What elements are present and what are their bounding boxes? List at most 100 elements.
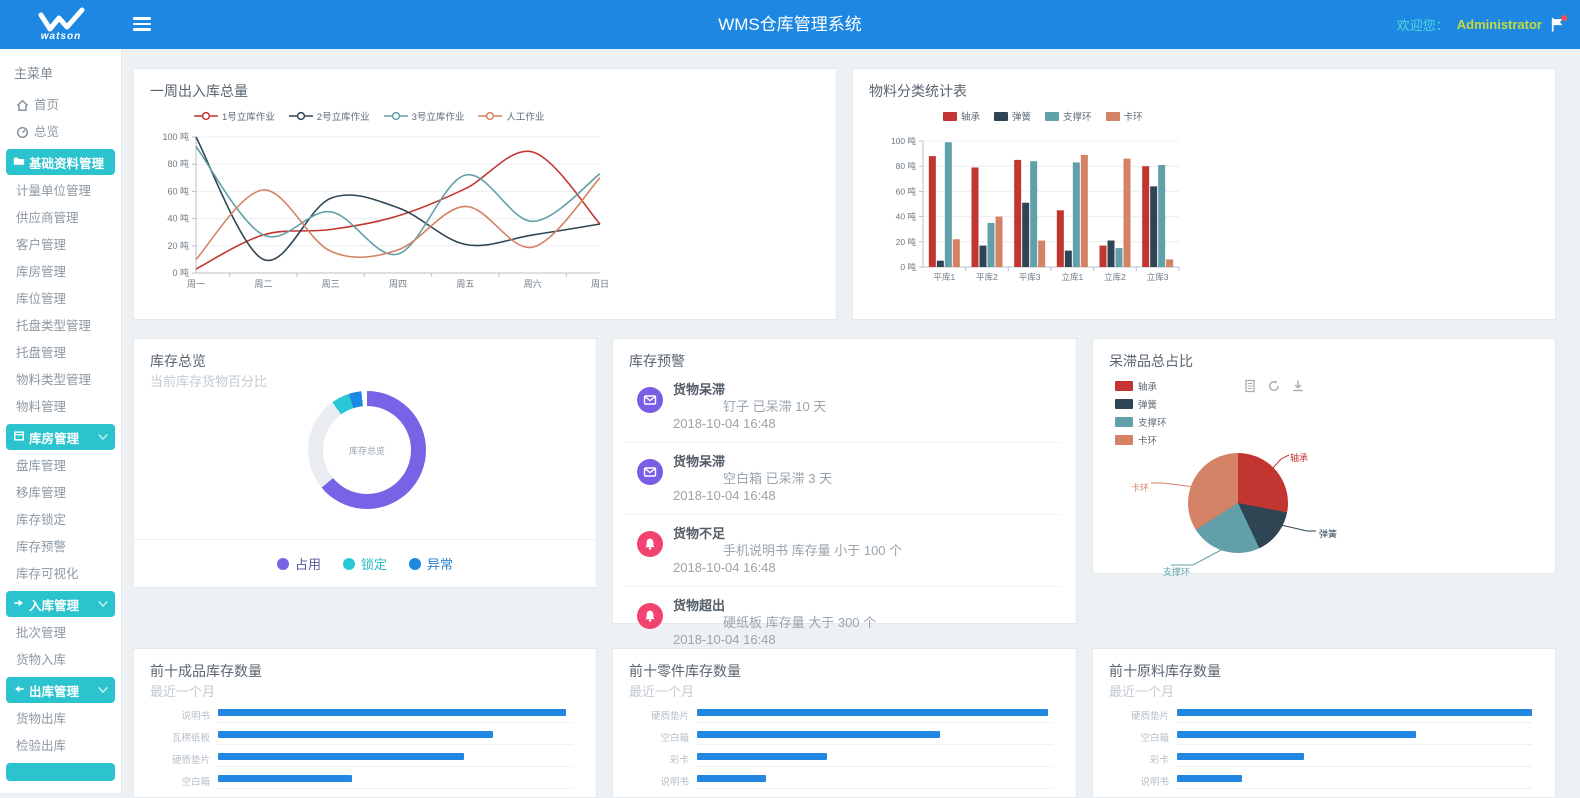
legend-item[interactable]: 轴承 xyxy=(943,109,980,123)
donut-legend-item[interactable]: 占用 xyxy=(277,554,321,573)
sidebar-item-12[interactable]: 库房管理 xyxy=(6,424,115,450)
refresh-icon[interactable] xyxy=(1267,379,1281,393)
sidebar-item-label: 检验出库 xyxy=(16,733,66,760)
hbar[interactable] xyxy=(1177,753,1304,760)
material-bar-chart[interactable]: 0 吨20 吨40 吨60 吨80 吨100 吨平库1平库2平库3立库1立库2立… xyxy=(881,127,1191,295)
sidebar-item-21[interactable]: 出库管理 xyxy=(6,677,115,703)
legend-item[interactable]: 卡环 xyxy=(1106,109,1143,123)
sidebar-nav: 首页总览基础资料管理计量单位管理供应商管理客户管理库房管理库位管理托盘类型管理托… xyxy=(0,92,121,781)
sidebar-item-13[interactable]: 盘库管理 xyxy=(0,453,121,480)
pie-legend-item[interactable]: 轴承 xyxy=(1115,379,1167,393)
mail-icon xyxy=(643,465,657,479)
mail-icon xyxy=(637,459,663,485)
card-top-finished: 前十成品库存数量 最近一个月 说明书 瓦楞纸板 硬质垫片 空白箱 xyxy=(133,648,597,798)
hbar[interactable] xyxy=(697,709,1048,716)
hbar-row: 彩卡 xyxy=(629,749,1066,771)
alert-item[interactable]: 货物不足 手机说明书 库存量 小于 100 个 2018-10-04 16:48 xyxy=(625,515,1060,587)
hbar-gridline xyxy=(218,766,572,767)
sidebar-item-20[interactable]: 货物入库 xyxy=(0,647,121,674)
svg-text:100 吨: 100 吨 xyxy=(891,136,917,146)
mail-icon xyxy=(637,387,663,413)
sidebar-item-18[interactable]: 入库管理 xyxy=(6,591,115,617)
alert-time: 2018-10-04 16:48 xyxy=(673,415,1060,432)
sidebar-item-23[interactable]: 检验出库 xyxy=(0,733,121,760)
svg-text:周二: 周二 xyxy=(254,279,272,289)
sidebar-item-6[interactable]: 库房管理 xyxy=(0,259,121,286)
legend-item[interactable]: 弹簧 xyxy=(994,109,1031,123)
sidebar-item-17[interactable]: 库存可视化 xyxy=(0,561,121,588)
sidebar-item-label: 物料类型管理 xyxy=(16,367,91,394)
top-finished-bar-chart[interactable]: 说明书 瓦楞纸板 硬质垫片 空白箱 xyxy=(150,705,586,793)
sidebar-item-0[interactable]: 首页 xyxy=(0,92,121,119)
sidebar-item-7[interactable]: 库位管理 xyxy=(0,286,121,313)
weekly-line-chart[interactable]: 0 吨20 吨40 吨60 吨80 吨100 吨周一周二周三周四周五周六周日 xyxy=(152,127,612,307)
username[interactable]: Administrator xyxy=(1457,17,1542,32)
top-parts-bar-chart[interactable]: 硬质垫片 空白箱 彩卡 说明书 xyxy=(629,705,1066,793)
hbar[interactable] xyxy=(218,775,352,782)
hbar-row: 空白箱 xyxy=(150,771,586,793)
pie-legend-item[interactable]: 支撑环 xyxy=(1115,415,1167,429)
hbar[interactable] xyxy=(697,731,940,738)
alert-item[interactable]: 货物呆滞 钉子 已呆滞 10 天 2018-10-04 16:48 xyxy=(625,371,1060,443)
svg-text:周日: 周日 xyxy=(591,279,609,289)
sidebar-item-label: 货物入库 xyxy=(16,647,66,674)
sidebar-item-3[interactable]: 计量单位管理 xyxy=(0,178,121,205)
legend-item[interactable]: 人工作业 xyxy=(478,109,544,123)
hbar[interactable] xyxy=(1177,731,1416,738)
sidebar-item-11[interactable]: 物料管理 xyxy=(0,394,121,421)
card-inventory-alerts: 库存预警 货物呆滞 钉子 已呆滞 10 天 2018-10-04 16:48 货… xyxy=(612,338,1077,624)
sidebar-item-24[interactable] xyxy=(6,763,115,781)
stagnant-pie-wrap: 轴承 弹簧 支撑环 卡环 xyxy=(1123,439,1403,575)
sidebar-item-label: 库存锁定 xyxy=(16,507,66,534)
sidebar-item-9[interactable]: 托盘管理 xyxy=(0,340,121,367)
pie-legend-item[interactable]: 弹簧 xyxy=(1115,397,1167,411)
sidebar-item-label: 盘库管理 xyxy=(16,453,66,480)
download-icon[interactable] xyxy=(1291,379,1305,393)
hbar[interactable] xyxy=(697,753,827,760)
weekly-line-legend: 1号立库作业 2号立库作业 3号立库作业人工作业 xyxy=(194,109,544,123)
sidebar-item-14[interactable]: 移库管理 xyxy=(0,480,121,507)
legend-item[interactable]: 1号立库作业 xyxy=(194,109,275,123)
sidebar-item-5[interactable]: 客户管理 xyxy=(0,232,121,259)
alert-title: 货物不足 xyxy=(673,525,1060,542)
svg-text:60 吨: 60 吨 xyxy=(167,185,189,196)
svg-text:60 吨: 60 吨 xyxy=(896,186,917,196)
hbar[interactable] xyxy=(1177,775,1242,782)
card-top-finished-title: 前十成品库存数量 xyxy=(150,661,262,681)
donut-legend-item[interactable]: 锁定 xyxy=(343,554,387,573)
sidebar-item-label: 库房管理 xyxy=(16,259,66,286)
alert-title: 货物呆滞 xyxy=(673,381,1060,398)
hbar[interactable] xyxy=(1177,709,1532,716)
alert-item[interactable]: 货物呆滞 空白箱 已呆滞 3 天 2018-10-04 16:48 xyxy=(625,443,1060,515)
card-weekly-title: 一周出入库总量 xyxy=(150,81,248,101)
legend-item[interactable]: 2号立库作业 xyxy=(289,109,370,123)
sidebar-item-19[interactable]: 批次管理 xyxy=(0,620,121,647)
legend-item[interactable]: 支撑环 xyxy=(1045,109,1092,123)
sidebar-item-15[interactable]: 库存锁定 xyxy=(0,507,121,534)
divider xyxy=(134,539,596,540)
donut-legend-item[interactable]: 异常 xyxy=(409,554,453,573)
sidebar-item-2[interactable]: 基础资料管理 xyxy=(6,149,115,175)
sidebar-item-10[interactable]: 物料类型管理 xyxy=(0,367,121,394)
hbar[interactable] xyxy=(218,731,493,738)
sidebar-item-4[interactable]: 供应商管理 xyxy=(0,205,121,232)
hbar-row: 空白箱 xyxy=(1109,727,1545,749)
legend-item[interactable]: 3号立库作业 xyxy=(384,109,465,123)
notification-flag-icon[interactable] xyxy=(1550,17,1566,33)
top-materials-bar-chart[interactable]: 硬质垫片 空白箱 彩卡 说明书 xyxy=(1109,705,1545,793)
hbar[interactable] xyxy=(218,753,464,760)
hbar-label: 说明书 xyxy=(1109,774,1169,788)
sidebar-item-1[interactable]: 总览 xyxy=(0,119,121,146)
hbar-label: 空白箱 xyxy=(1109,730,1169,744)
outbound-arrow-icon xyxy=(13,683,25,695)
sidebar-group-label: 基础资料管理 xyxy=(29,153,104,172)
hbar-gridline xyxy=(1177,766,1531,767)
hbar[interactable] xyxy=(697,775,766,782)
hbar[interactable] xyxy=(218,709,566,716)
sidebar-item-8[interactable]: 托盘类型管理 xyxy=(0,313,121,340)
sidebar-item-22[interactable]: 货物出库 xyxy=(0,706,121,733)
sidebar-item-label: 托盘管理 xyxy=(16,340,66,367)
data-view-icon[interactable] xyxy=(1243,379,1257,393)
hbar-gridline xyxy=(1177,788,1531,789)
sidebar-item-16[interactable]: 库存预警 xyxy=(0,534,121,561)
